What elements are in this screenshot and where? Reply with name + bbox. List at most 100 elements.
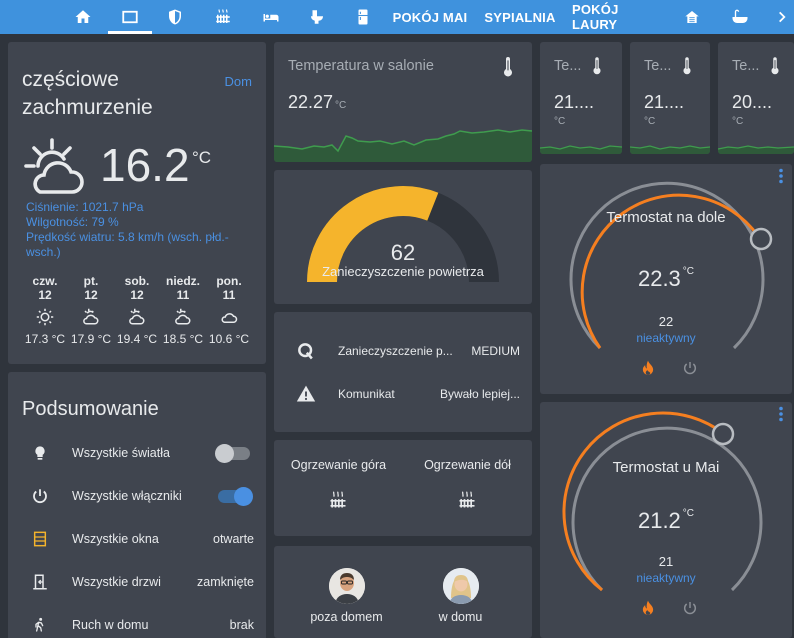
summary-row-switches[interactable]: Wszystkie włączniki [8,481,266,511]
partly-cloudy-icon [68,308,114,326]
sensor-card[interactable]: Te... 21.... °C [630,42,710,154]
radiator-icon [216,9,230,23]
setpoint-handle [749,227,773,251]
setpoint: 21 [658,554,674,569]
power-icon [30,486,50,506]
weather-card[interactable]: częściowe zachmurzenie Dom 16.2 °C Ciśni… [8,42,266,364]
setpoint: 22 [658,314,674,329]
summary-row-windows[interactable]: Wszystkie okna otwarte [8,524,266,554]
tabs-scroll-right[interactable] [770,0,794,34]
gauge-label: Zanieczyszczenie powietrza [322,264,484,279]
lights-toggle[interactable] [215,444,250,463]
radiator-icon [459,491,475,508]
tab-kitchen[interactable] [348,0,378,34]
sensor-value: 20.... [732,92,773,112]
avatar [329,568,365,604]
weather-location[interactable]: Dom [225,74,252,89]
tab-security[interactable] [160,0,190,34]
sensor-title: Te... [644,58,672,74]
person-home[interactable]: w domu [396,546,525,634]
summary-row-motion[interactable]: Ruch w domu brak [8,610,266,638]
chevron-right-icon [779,11,786,23]
thermometer-icon [504,57,512,77]
people-card: poza domem w domu [274,546,532,638]
sensor-title: Te... [732,58,760,74]
thermostat-card-mai[interactable]: Termostat u Mai 21.2 °C 21 nieaktywny [540,402,792,638]
sensor-title: Temperatura w salonie [288,58,434,74]
overview-icon [122,10,138,24]
temperature-sparkline [274,129,532,162]
partly-cloudy-icon [114,308,160,326]
forecast-temp: 18.5 °C [162,332,204,346]
person-away[interactable]: poza domem [282,546,411,634]
thermostat-card-downstairs[interactable]: Termostat na dole 22.3 °C 22 nieaktywny [540,164,792,394]
thermostat-name: Termostat na dole [606,209,726,226]
entity-row-message[interactable]: Komunikat Bywało lepiej... [274,381,532,407]
gauge-value: 62 [390,240,416,265]
shield-icon [169,9,181,25]
tab-pokoj-mai[interactable]: POKÓJ MAI [392,0,468,34]
air-quality-gauge-card[interactable]: 62 Zanieczyszczenie powietrza [274,170,532,304]
tab-house[interactable] [680,0,704,34]
summary-card: Podsumowanie Wszystkie światła Wszystkie… [8,372,266,638]
wind: Prędkość wiatru: 5.8 km/h (wsch. płd.-ws… [26,230,229,259]
sensor-card[interactable]: Te... 21.... °C [540,42,622,154]
partly-cloudy-icon [24,136,90,203]
q-icon [298,343,313,360]
summary-row-doors[interactable]: Wszystkie drzwi zamknięte [8,567,266,597]
humidity: Wilgotność: 79 % [26,215,119,229]
summary-value: zamknięte [197,575,254,589]
sensor-card[interactable]: Te... 20.... °C [718,42,794,154]
hvac-state: nieaktywny [636,571,696,585]
heating-upstairs-button[interactable]: Ogrzewanie góra [274,440,403,536]
power-icon[interactable] [682,600,698,616]
window-icon [30,529,50,549]
thermostat-name: Termostat u Mai [612,459,720,476]
summary-label: Wszystkie drzwi [72,575,161,589]
tab-pokoj-laury[interactable]: POKÓJ LAURY [572,0,662,34]
sensor-unit: °C [732,116,744,127]
switches-toggle[interactable] [218,487,253,506]
lightbulb-icon [30,443,50,463]
house-icon [685,11,699,23]
radiator-icon [330,491,346,508]
thermometer-icon [771,57,779,75]
entity-value: Bywało lepiej... [439,387,520,401]
salon-temperature-card[interactable]: Temperatura w salonie 22.27 °C [274,42,532,162]
forecast-temp: 17.9 °C [70,332,112,346]
tab-home[interactable] [68,0,98,34]
heating-downstairs-button[interactable]: Ogrzewanie dół [403,440,532,536]
current-temperature: 22.3 °C [637,266,695,291]
sensor-value: 21.... [554,92,595,112]
top-nav-bar: POKÓJ MAI SYPIALNIA POKÓJ LAURY [0,0,794,34]
weather-details: Ciśnienie: 1021.7 hPa Wilgotność: 79 % P… [26,200,256,260]
tab-overview[interactable] [108,0,152,34]
forecast-day: pt. 12 [83,274,99,302]
summary-label: Wszystkie światła [72,446,170,460]
thermometer-icon [683,57,691,75]
tab-bedroom[interactable] [256,0,286,34]
summary-label: Ruch w domu [72,618,149,632]
sensor-unit: °C [554,116,566,127]
tab-bath[interactable] [726,0,754,34]
current-temperature: 21.2 °C [637,508,695,533]
tab-bathroom[interactable] [302,0,332,34]
sensor-value: 21.... [644,92,685,112]
weather-condition: częściowe zachmurzenie [22,68,153,119]
home-icon [75,10,91,23]
entity-row-pollution[interactable]: Zanieczyszczenie p... MEDIUM [274,338,532,364]
power-icon[interactable] [682,360,698,376]
bathtub-icon [732,9,748,23]
summary-row-lights[interactable]: Wszystkie światła [8,438,266,468]
entity-value: MEDIUM [471,344,520,358]
person-state: poza domem [310,610,383,624]
sensor-title: Te... [554,58,582,74]
summary-label: Wszystkie włączniki [72,489,182,503]
forecast-day: pon. 11 [216,274,242,302]
flame-icon[interactable] [641,360,655,376]
tab-sypialnia[interactable]: SYPIALNIA [484,0,556,34]
flame-icon[interactable] [641,600,655,616]
tab-heating[interactable] [208,0,238,34]
air-quality-gauge [307,186,499,283]
sensor-sparkline [630,145,710,154]
